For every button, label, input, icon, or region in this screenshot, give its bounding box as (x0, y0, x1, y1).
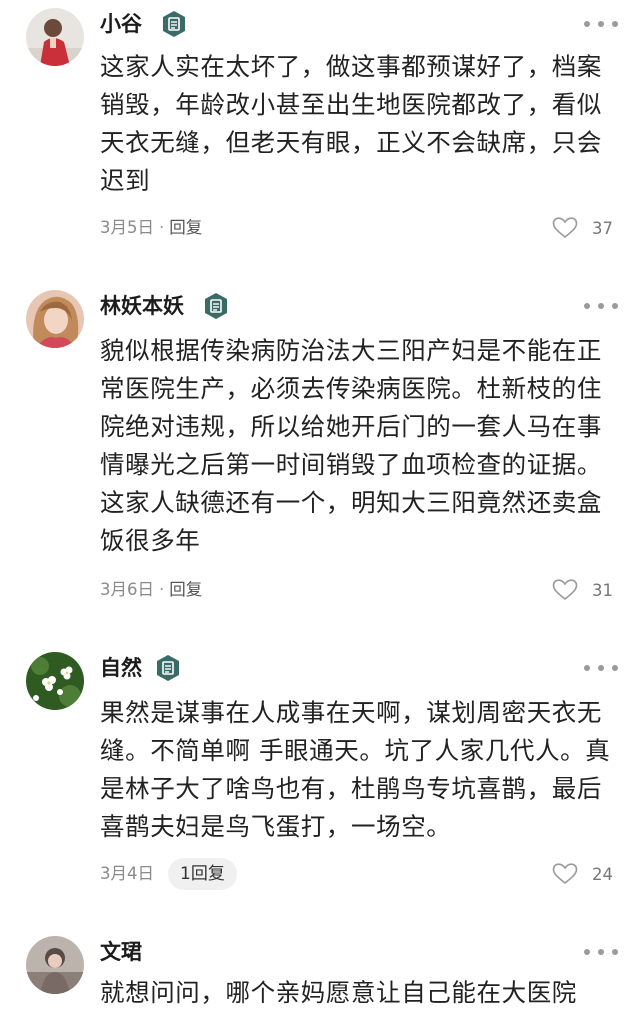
avatar[interactable] (26, 652, 84, 710)
comment-item: 文珺 就想问问，哪个亲妈愿意让自己能在大医院 (0, 936, 644, 1007)
heart-icon (552, 579, 578, 601)
comment-meta: 3月6日 · 回复 (100, 575, 202, 605)
avatar[interactable] (26, 290, 84, 348)
more-options-icon[interactable] (584, 946, 618, 958)
comment-text: 就想问问，哪个亲妈愿意让自己能在大医院 (100, 978, 577, 1007)
more-options-icon[interactable] (584, 662, 618, 674)
like-button[interactable]: 24 (552, 859, 616, 889)
verified-badge-icon (160, 10, 188, 38)
like-count: 37 (592, 218, 613, 238)
username[interactable]: 自然 (100, 654, 142, 682)
avatar-image (26, 290, 84, 348)
comment-date: 3月6日 (100, 580, 154, 599)
avatar[interactable] (26, 8, 84, 66)
like-count: 24 (592, 864, 613, 884)
comment-text: 果然是谋事在人成事在天啊，谋划周密天衣无缝。不简单啊 手眼通天。坑了人家几代人。… (100, 698, 611, 841)
comment-item: 林妖本妖 貌似根据传染病防治法大三阳产妇是不能在正常医院生产，必须去传染病医院。… (0, 290, 644, 610)
more-options-icon[interactable] (584, 18, 618, 30)
comment-meta: 3月4日 1回复 (100, 858, 237, 890)
comment-text: 这家人实在太坏了，做这事都预谋好了，档案销毁，年龄改小甚至出生地医院都改了，看似… (100, 52, 602, 195)
username[interactable]: 小谷 (100, 10, 142, 38)
comment-item: 小谷 这家人实在太坏了，做这事都预谋好了，档案销毁，年龄改小甚至出生地医院都改了… (0, 8, 644, 248)
comment-item: 自然 果然是谋事在人成事在天啊，谋划周密天衣无缝。不简单啊 手眼通天。坑了人家几… (0, 652, 644, 897)
username[interactable]: 文珺 (100, 938, 142, 966)
heart-icon (552, 863, 578, 885)
separator-dot: · (159, 218, 165, 237)
avatar-image (26, 8, 84, 66)
comment-date: 3月5日 (100, 218, 154, 237)
comment-date: 3月4日 (100, 864, 154, 883)
username[interactable]: 林妖本妖 (100, 292, 184, 320)
like-button[interactable]: 37 (552, 213, 616, 243)
comment-text: 貌似根据传染病防治法大三阳产妇是不能在正常医院生产，必须去传染病医院。杜新枝的住… (100, 336, 602, 555)
reply-count-button[interactable]: 1回复 (168, 858, 237, 890)
like-count: 31 (592, 580, 613, 600)
comment-meta: 3月5日 · 回复 (100, 213, 202, 243)
verified-badge-icon (202, 292, 230, 320)
like-button[interactable]: 31 (552, 575, 616, 605)
avatar-image (26, 652, 84, 710)
verified-badge-icon (154, 654, 182, 682)
more-options-icon[interactable] (584, 300, 618, 312)
avatar[interactable] (26, 936, 84, 994)
heart-icon (552, 217, 578, 239)
reply-button[interactable]: 回复 (169, 213, 202, 243)
avatar-image (26, 936, 84, 994)
reply-button[interactable]: 回复 (169, 575, 202, 605)
separator-dot: · (159, 580, 165, 599)
